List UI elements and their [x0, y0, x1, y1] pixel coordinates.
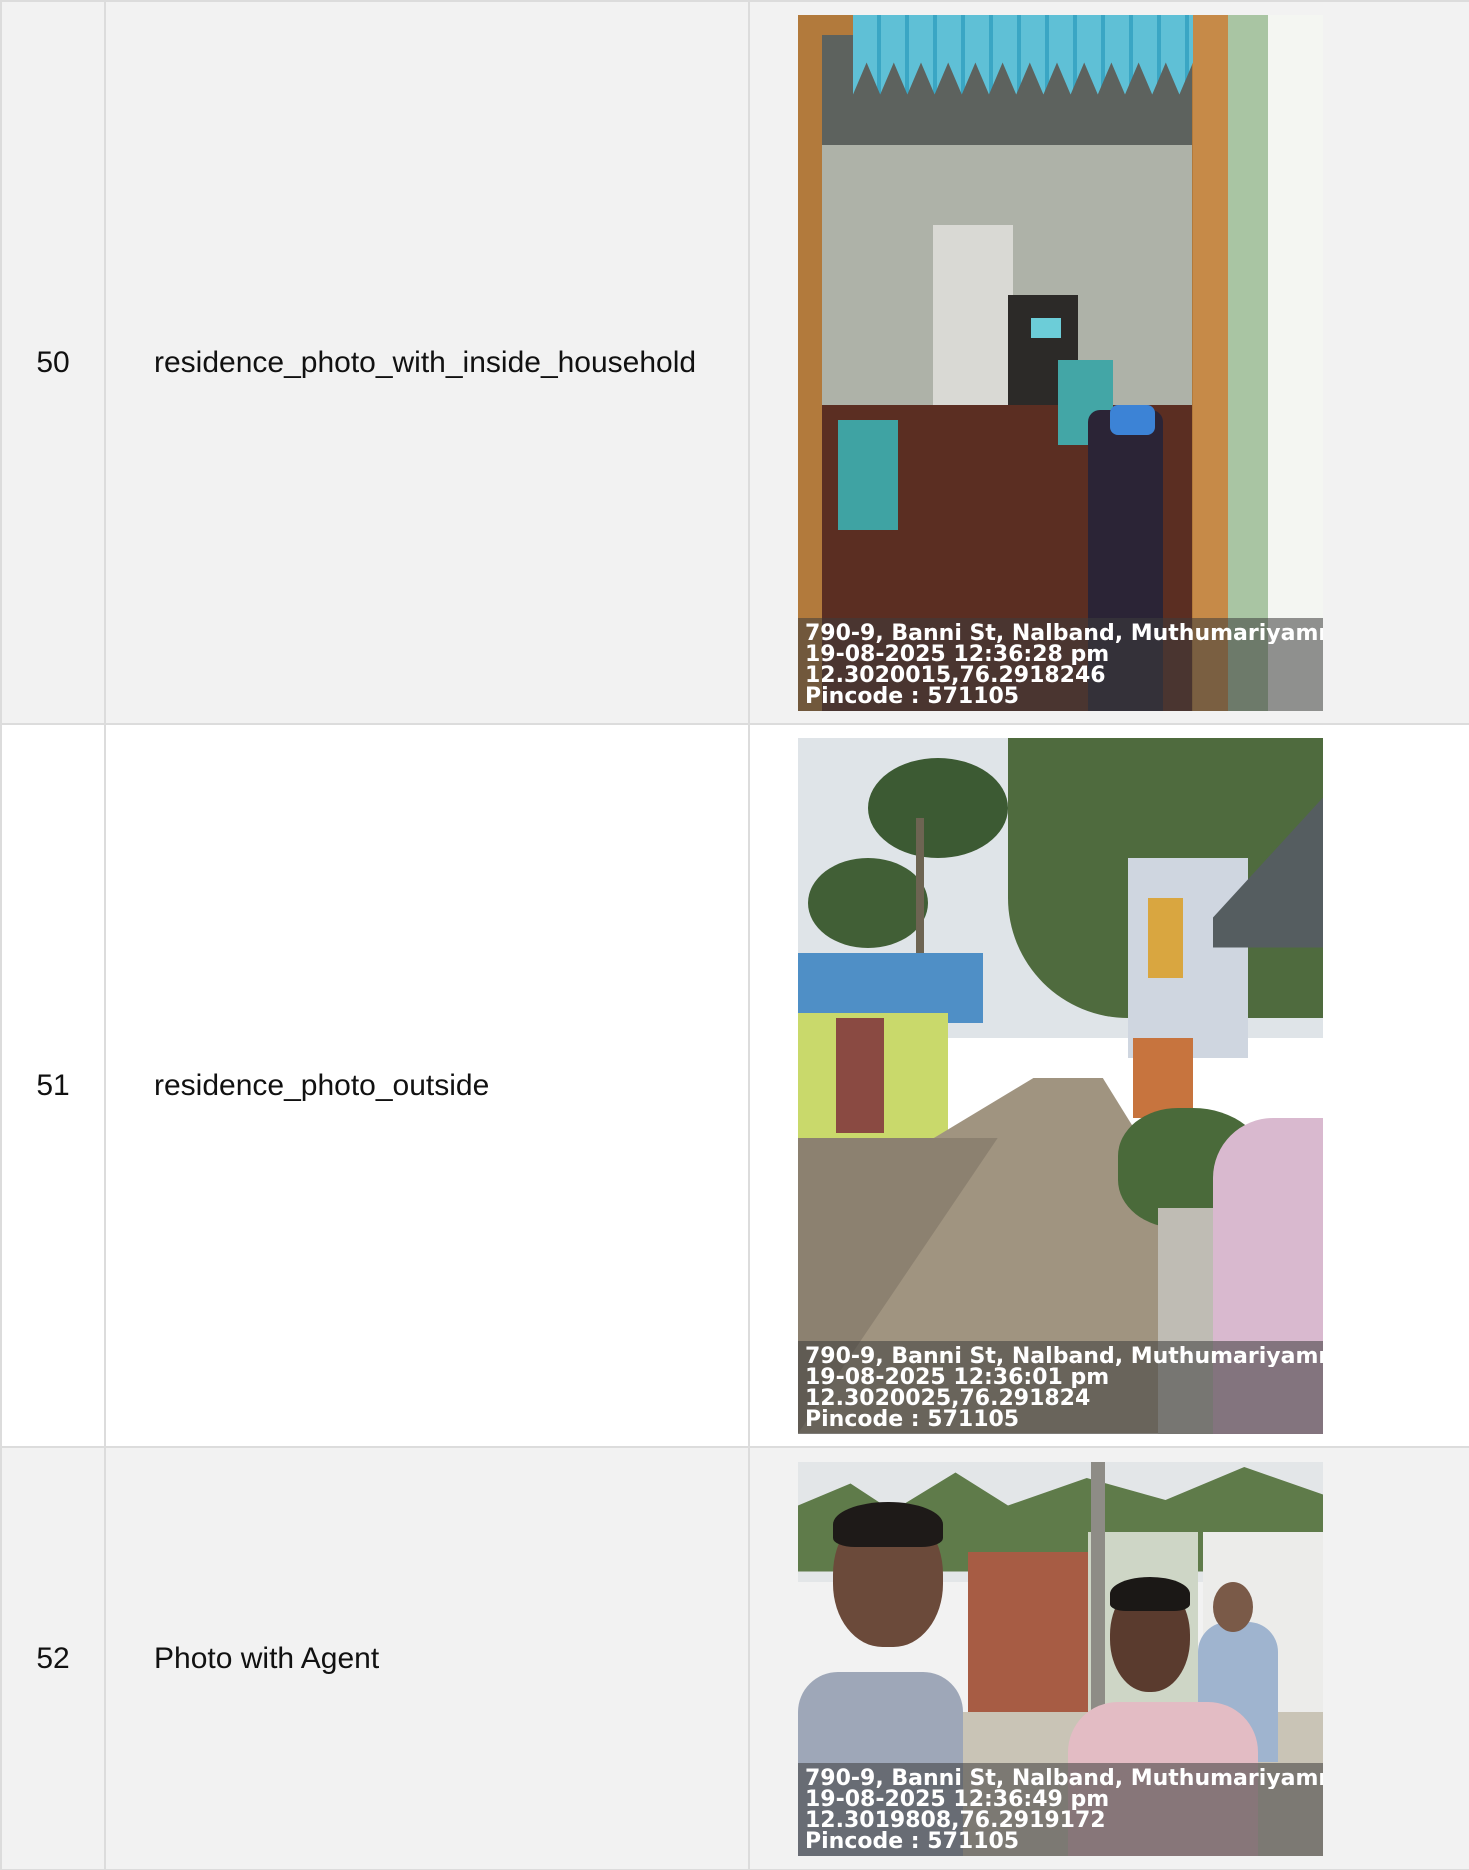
geo-stamp: 790-9, Banni St, Nalband, Muthumariyamma… — [798, 1340, 1323, 1434]
photo-table: 50 residence_photo_with_inside_household — [0, 0, 1469, 1870]
photo-scene — [798, 737, 1323, 1434]
photo-with-agent-icon[interactable]: 790-9, Banni St, Nalband, Muthumariyamma… — [798, 1461, 1323, 1856]
row-number: 51 — [0, 723, 106, 1448]
table-row: 50 residence_photo_with_inside_household — [0, 0, 1469, 725]
stamp-datetime: 19-08-2025 12:36:28 pm — [805, 643, 1110, 665]
photo-scene — [798, 14, 1323, 711]
row-label: Photo with Agent — [104, 1446, 750, 1870]
row-number: 50 — [0, 0, 106, 725]
row-number: 52 — [0, 1446, 106, 1870]
photo-cell: 790-9, Banni St, Nalband, Muthumariyamma… — [748, 723, 1469, 1448]
table-row: 52 Photo with Agent 790-9, Banni St, Nal… — [0, 1446, 1469, 1870]
table-row: 51 residence_photo_outside 790-9, Banni … — [0, 723, 1469, 1448]
geo-stamp: 790-9, Banni St, Nalband, Muthumariyamma… — [798, 617, 1323, 711]
photo-cell: 790-9, Banni St, Nalband, Muthumariyamma… — [748, 1446, 1469, 1870]
photo-cell: 790-9, Banni St, Nalband, Muthumariyamma… — [748, 0, 1469, 725]
stamp-pincode: Pincode : 571105 — [805, 685, 1020, 707]
stamp-pincode: Pincode : 571105 — [805, 1830, 1020, 1852]
photo-outside-street-icon[interactable]: 790-9, Banni St, Nalband, Muthumariyamma… — [798, 737, 1323, 1434]
stamp-coords: 12.3020015,76.2918246 — [805, 664, 1106, 686]
stamp-coords: 12.3019808,76.2919172 — [805, 1809, 1106, 1831]
row-label: residence_photo_outside — [104, 723, 750, 1448]
photo-inside-household-icon[interactable]: 790-9, Banni St, Nalband, Muthumariyamma… — [798, 14, 1323, 711]
stamp-address: 790-9, Banni St, Nalband, Muthumariyamma — [805, 622, 1323, 644]
stamp-datetime: 19-08-2025 12:36:01 pm — [805, 1366, 1110, 1388]
stamp-address: 790-9, Banni St, Nalband, Muthumariyamma — [805, 1345, 1323, 1367]
geo-stamp: 790-9, Banni St, Nalband, Muthumariyamma… — [798, 1762, 1323, 1856]
stamp-coords: 12.3020025,76.291824 — [805, 1387, 1091, 1409]
stamp-address: 790-9, Banni St, Nalband, Muthumariyamma — [805, 1767, 1323, 1789]
stamp-datetime: 19-08-2025 12:36:49 pm — [805, 1788, 1110, 1810]
stamp-pincode: Pincode : 571105 — [805, 1408, 1020, 1430]
row-label: residence_photo_with_inside_household — [104, 0, 750, 725]
